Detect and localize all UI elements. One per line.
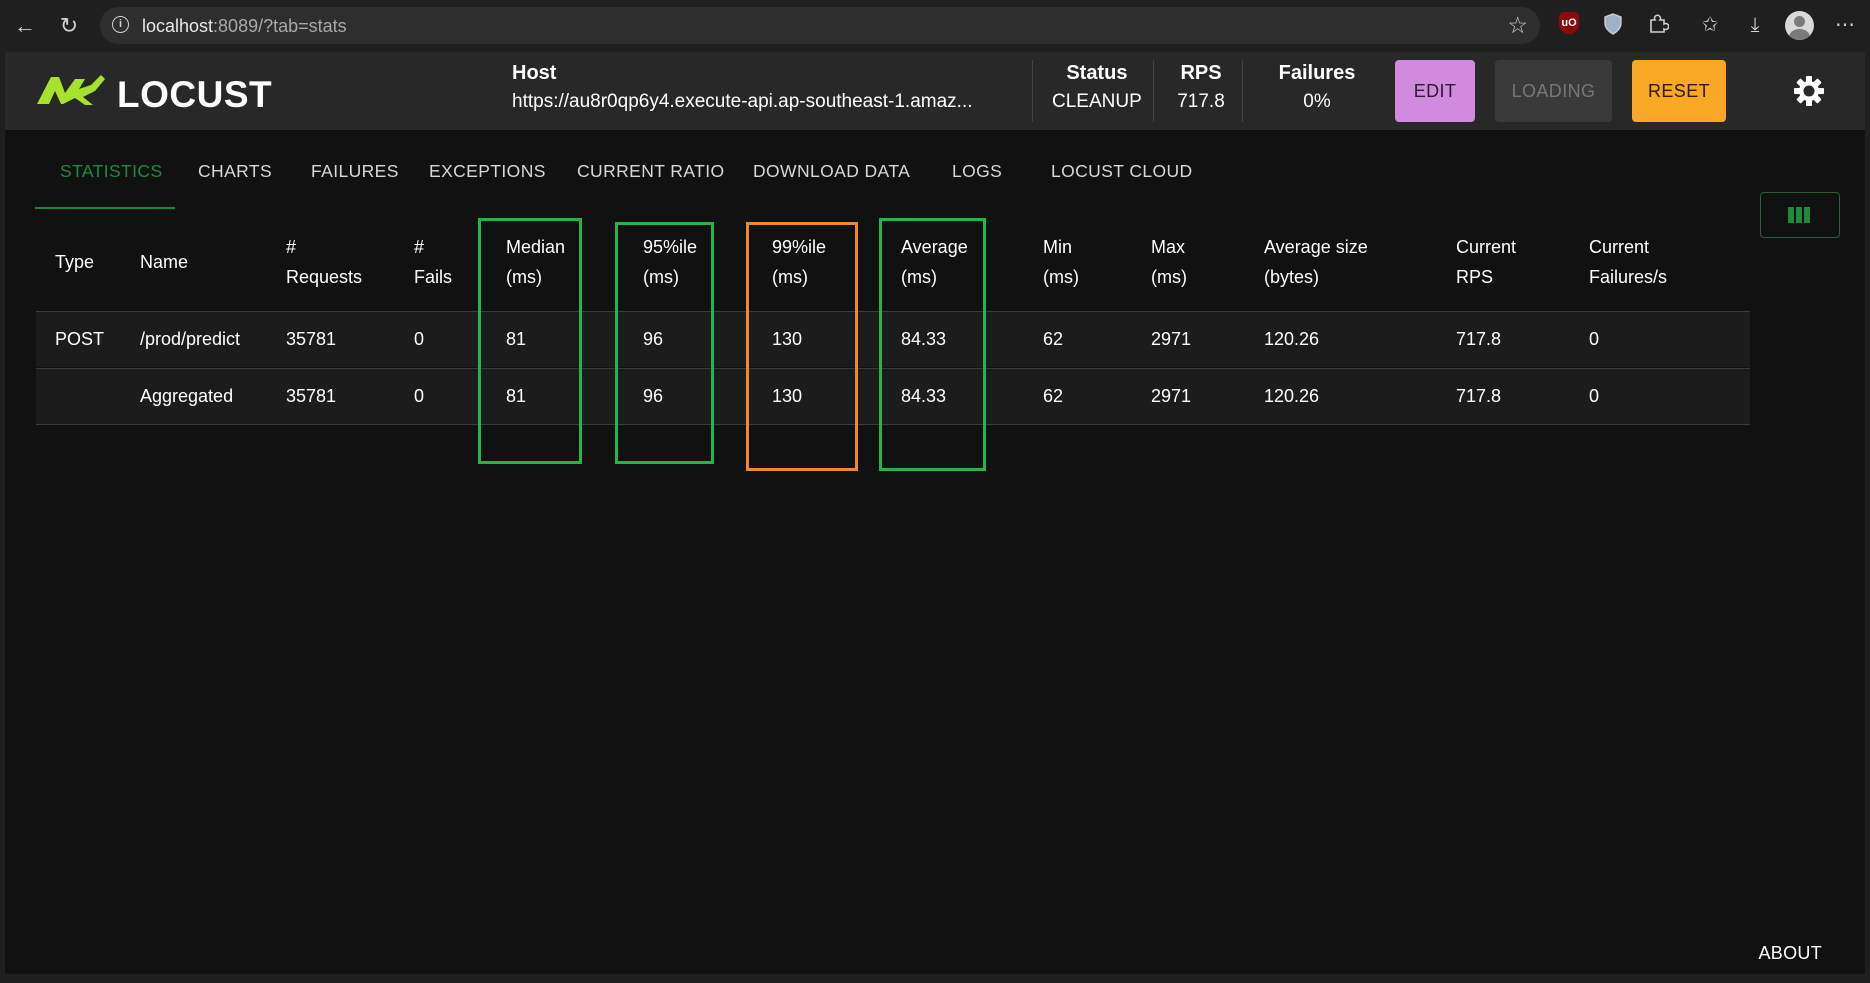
cell-type: POST (55, 329, 105, 349)
col-max-line2: (ms) (1151, 267, 1187, 287)
back-icon[interactable]: ← (12, 13, 38, 39)
cell-current-failures: 0 (1589, 386, 1600, 406)
rps-value: 717.8 (1177, 91, 1225, 112)
locust-logo[interactable]: LOCUST (35, 71, 275, 115)
tab-locust-cloud[interactable]: LOCUST CLOUD (1051, 130, 1193, 212)
failures-label: Failures (1278, 62, 1356, 84)
col-current-failures-line1: Current (1589, 237, 1650, 257)
app-header: LOCUST Host https://au8r0qp6y4.execute-a… (5, 52, 1865, 130)
cell-min: 62 (1043, 329, 1064, 349)
cell-min: 62 (1043, 386, 1064, 406)
highlight-median (478, 218, 582, 464)
gear-icon[interactable] (1792, 74, 1826, 108)
rps-label: RPS (1180, 62, 1222, 84)
reset-button[interactable]: RESET (1632, 60, 1726, 122)
cell-current-rps: 717.8 (1456, 386, 1502, 406)
browser-toolbar: ← ↻ i localhost:8089/?tab=stats ☆ uO ✩ ⤓… (0, 0, 1870, 51)
col-average-size[interactable]: Average size (bytes) (1264, 232, 1368, 292)
cell-average-size: 120.26 (1264, 386, 1320, 406)
tab-logs[interactable]: LOGS (952, 130, 1002, 212)
col-requests[interactable]: # Requests (286, 232, 362, 292)
reload-icon[interactable]: ↻ (56, 13, 82, 39)
highlight-99ile (746, 222, 858, 471)
cell-requests: 35781 (286, 386, 337, 406)
cell-current-rps: 717.8 (1456, 329, 1502, 349)
col-requests-line2: Requests (286, 267, 363, 287)
favorites-icon[interactable]: ✩ (1697, 12, 1723, 38)
cell-max: 2971 (1151, 329, 1192, 349)
host-value: https://au8r0qp6y4.execute-api.ap-southe… (512, 91, 973, 112)
col-name-label: Name (140, 252, 189, 272)
col-average-size-line2: (bytes) (1264, 267, 1320, 287)
loading-button[interactable]: LOADING (1495, 60, 1612, 122)
cell-name: /prod/predict (140, 329, 241, 349)
about-link[interactable]: ABOUT (1758, 943, 1822, 964)
col-requests-line1: # (286, 237, 297, 257)
col-current-failures[interactable]: Current Failures/s (1589, 232, 1667, 292)
columns-icon (1788, 207, 1812, 228)
col-current-failures-line2: Failures/s (1589, 267, 1668, 287)
tab-exceptions[interactable]: EXCEPTIONS (429, 130, 546, 212)
tab-statistics[interactable]: STATISTICS (60, 130, 163, 212)
cell-max: 2971 (1151, 386, 1192, 406)
col-current-rps[interactable]: Current RPS (1456, 232, 1516, 292)
col-type-label: Type (55, 252, 95, 272)
cell-fails: 0 (414, 329, 425, 349)
header-divider (1032, 60, 1033, 122)
failures-value: 0% (1303, 91, 1331, 112)
tab-failures[interactable]: FAILURES (311, 130, 399, 212)
col-min-line1: Min (1043, 237, 1073, 257)
col-current-rps-line1: Current (1456, 237, 1517, 257)
download-icon[interactable]: ⤓ (1742, 12, 1768, 38)
star-icon[interactable]: ☆ (1507, 12, 1528, 39)
col-min[interactable]: Min (ms) (1043, 232, 1079, 292)
col-type[interactable]: Type (55, 247, 94, 277)
cell-fails: 0 (414, 386, 425, 406)
failures-info: Failures 0% (1262, 62, 1372, 113)
header-divider (1242, 60, 1243, 122)
tab-charts[interactable]: CHARTS (198, 130, 272, 212)
more-icon[interactable]: ⋯ (1832, 12, 1858, 38)
profile-icon[interactable] (1785, 11, 1814, 40)
highlight-average (879, 218, 986, 471)
logo-text: LOCUST (117, 74, 273, 115)
col-fails[interactable]: # Fails (414, 232, 452, 292)
address-bar[interactable]: i localhost:8089/?tab=stats ☆ (100, 7, 1540, 44)
tab-download-data[interactable]: DOWNLOAD DATA (753, 130, 910, 212)
col-average-size-line1: Average size (1264, 237, 1368, 257)
info-icon[interactable]: i (112, 16, 129, 33)
col-max[interactable]: Max (ms) (1151, 232, 1187, 292)
locust-app: LOCUST Host https://au8r0qp6y4.execute-a… (5, 52, 1865, 974)
header-divider (1153, 60, 1154, 122)
extensions-icon[interactable] (1645, 12, 1671, 38)
col-fails-line2: Fails (414, 267, 453, 287)
cell-requests: 35781 (286, 329, 337, 349)
active-tab-indicator (35, 207, 175, 209)
status-value: CLEANUP (1052, 91, 1142, 112)
cell-name: Aggregated (140, 386, 234, 406)
col-min-line2: (ms) (1043, 267, 1079, 287)
rps-info: RPS 717.8 (1173, 62, 1229, 113)
cell-average-size: 120.26 (1264, 329, 1320, 349)
column-selector-button[interactable] (1760, 192, 1840, 238)
col-name[interactable]: Name (140, 247, 188, 277)
col-fails-line1: # (414, 237, 425, 257)
status-label: Status (1066, 62, 1128, 84)
url-host: localhost (142, 16, 214, 36)
window-bottom-border (0, 974, 1870, 983)
address-url[interactable]: localhost:8089/?tab=stats (142, 16, 347, 37)
ublock-icon[interactable]: uO (1556, 12, 1582, 38)
cell-current-failures: 0 (1589, 329, 1600, 349)
highlight-95ile (615, 222, 714, 464)
host-label: Host (512, 62, 557, 84)
locust-logo-icon (37, 75, 105, 105)
tab-current-ratio[interactable]: CURRENT RATIO (577, 130, 724, 212)
col-max-line1: Max (1151, 237, 1186, 257)
status-info: Status CLEANUP (1052, 62, 1142, 113)
col-current-rps-line2: RPS (1456, 267, 1494, 287)
shield-icon[interactable] (1600, 12, 1626, 38)
edit-button[interactable]: EDIT (1395, 60, 1475, 122)
host-info: Host https://au8r0qp6y4.execute-api.ap-s… (512, 62, 973, 113)
url-path: :8089/?tab=stats (213, 16, 347, 36)
